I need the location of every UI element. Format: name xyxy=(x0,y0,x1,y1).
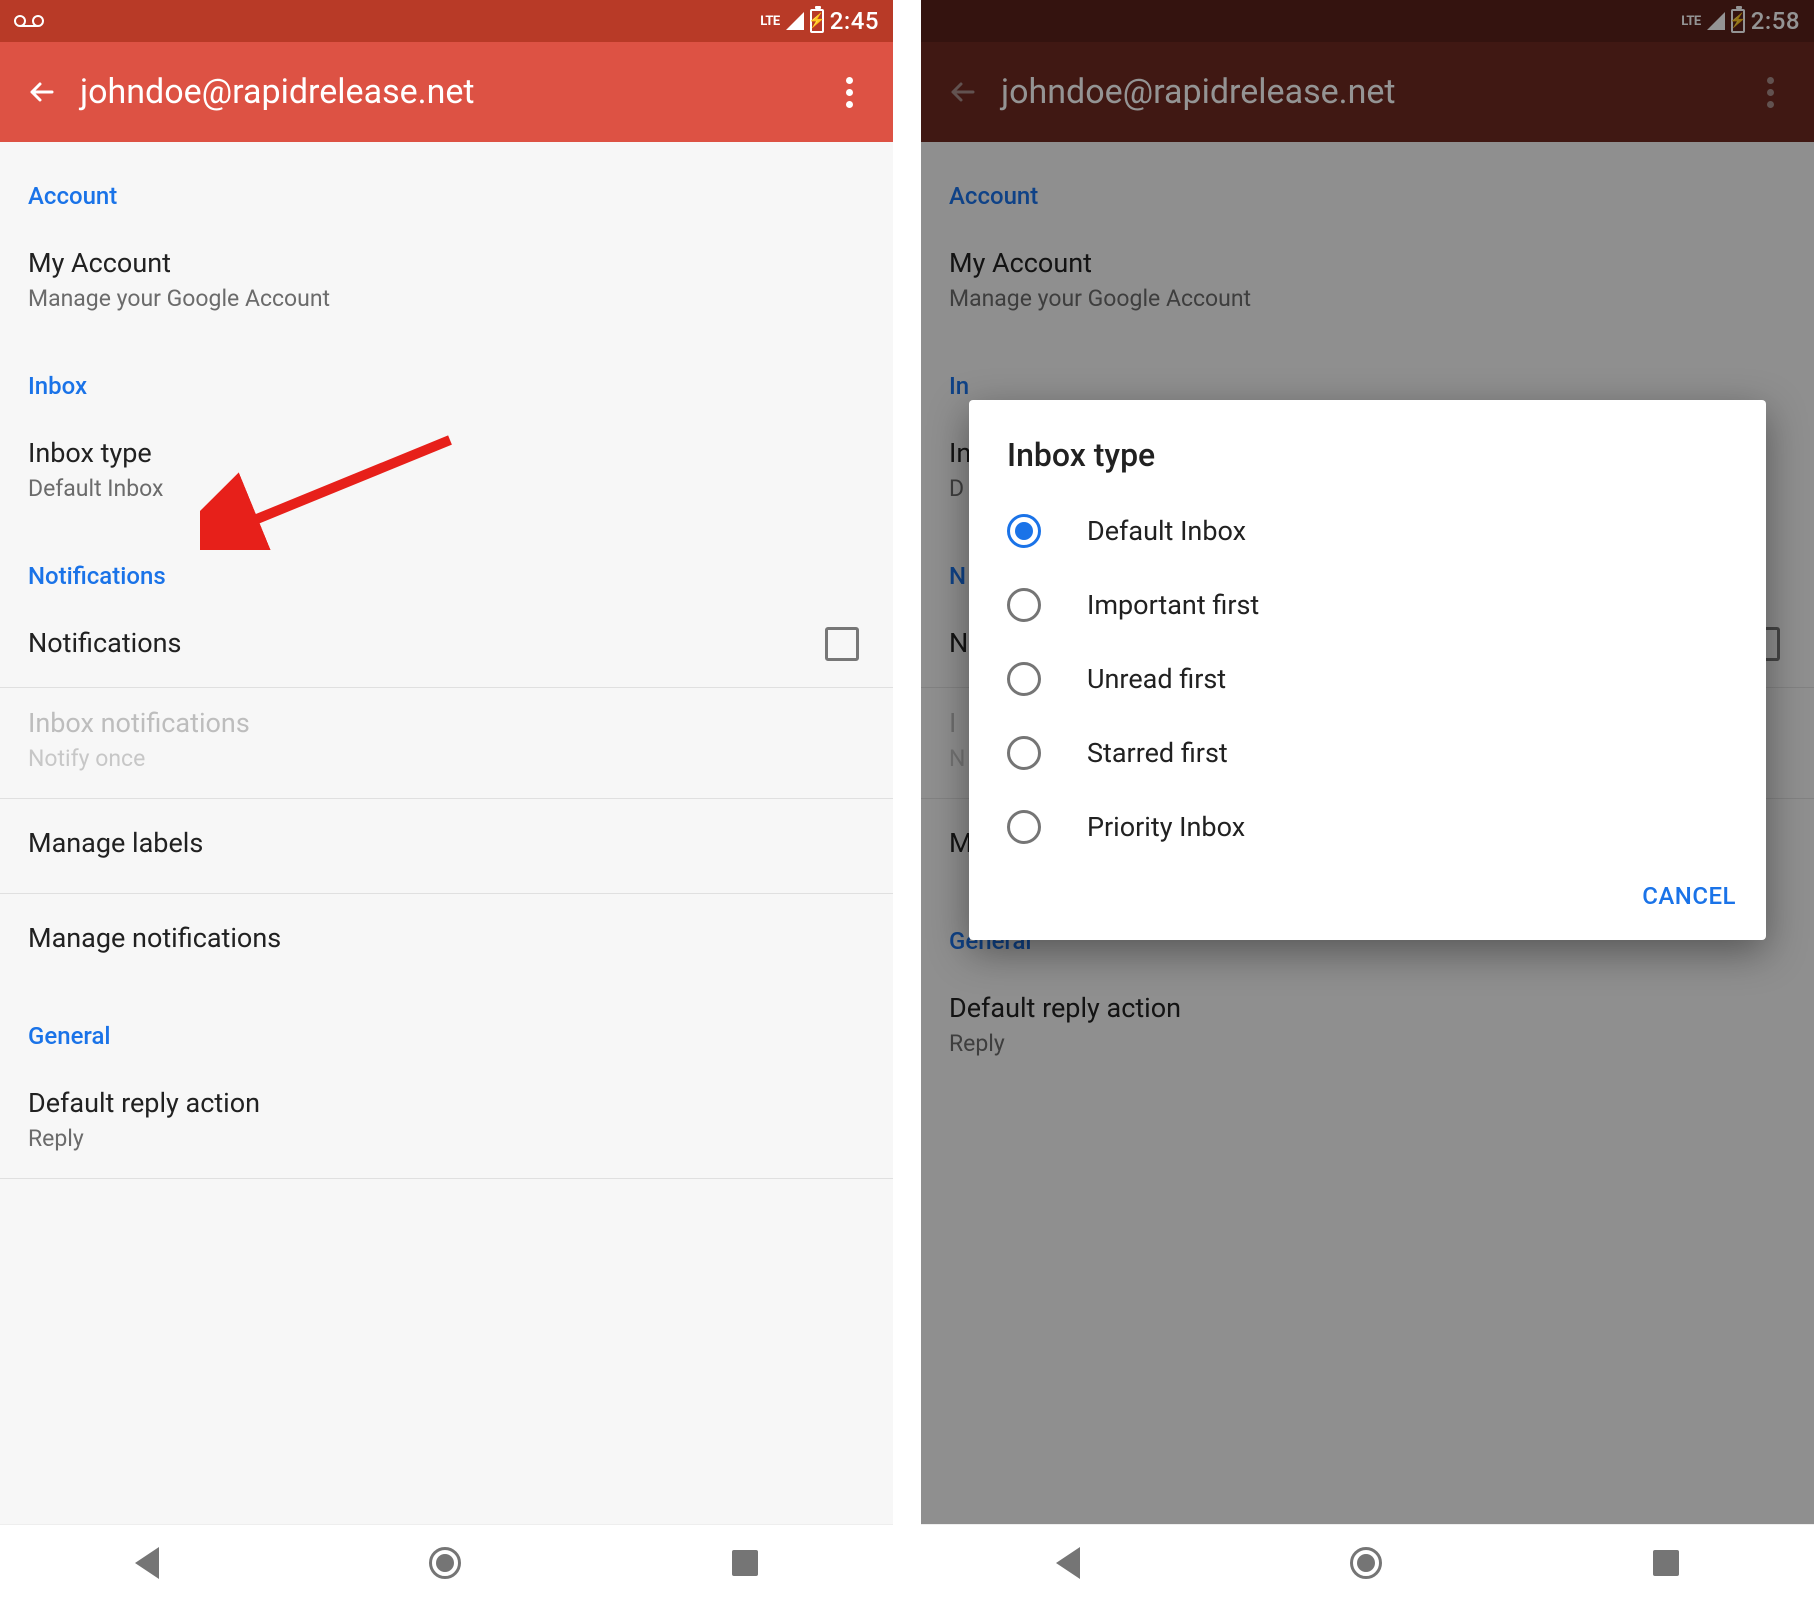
section-header-notifications: Notifications xyxy=(0,522,893,608)
phone-right: LTE ⚡ 2:58 johndoe@rapidrelease.net Acco… xyxy=(921,0,1814,1600)
row-inbox-notifications: Inbox notifications Notify once xyxy=(0,688,893,792)
status-time: 2:45 xyxy=(830,7,879,35)
row-inbox-type[interactable]: Inbox type Default Inbox xyxy=(0,418,893,522)
system-nav-bar xyxy=(921,1524,1814,1600)
phone-left: LTE ⚡ 2:45 johndoe@rapidrelease.net Acco… xyxy=(0,0,893,1600)
row-notifications[interactable]: Notifications xyxy=(0,608,893,681)
row-title: Inbox type xyxy=(28,436,865,471)
nav-back-icon[interactable] xyxy=(1056,1547,1080,1579)
appbar-title: johndoe@rapidrelease.net xyxy=(70,72,825,112)
row-subtitle: Notify once xyxy=(28,745,865,772)
divider xyxy=(0,1178,893,1179)
option-unread-first[interactable]: Unread first xyxy=(969,642,1766,716)
lte-icon: LTE xyxy=(760,14,779,29)
section-header-account: Account xyxy=(0,142,893,228)
dialog-inbox-type: Inbox type Default Inbox Important first… xyxy=(969,400,1766,940)
row-subtitle: Manage your Google Account xyxy=(28,285,865,312)
row-subtitle: Reply xyxy=(28,1125,865,1152)
dialog-title: Inbox type xyxy=(969,400,1766,494)
cancel-button[interactable]: CANCEL xyxy=(1642,882,1736,910)
row-subtitle: Default Inbox xyxy=(28,475,865,502)
row-title: Default reply action xyxy=(28,1086,865,1121)
radio-icon[interactable] xyxy=(1007,588,1041,622)
nav-recents-icon[interactable] xyxy=(732,1550,758,1576)
row-title: Inbox notifications xyxy=(28,706,865,741)
row-title: Notifications xyxy=(28,626,825,661)
option-label: Important first xyxy=(1087,589,1259,621)
checkbox-icon[interactable] xyxy=(825,627,859,661)
option-starred-first[interactable]: Starred first xyxy=(969,716,1766,790)
back-button[interactable] xyxy=(14,64,70,120)
row-manage-labels[interactable]: Manage labels xyxy=(0,799,893,887)
row-default-reply-action[interactable]: Default reply action Reply xyxy=(0,1068,893,1172)
row-manage-notifications[interactable]: Manage notifications xyxy=(0,894,893,982)
app-bar: johndoe@rapidrelease.net xyxy=(0,42,893,142)
nav-home-icon[interactable] xyxy=(1350,1547,1382,1579)
radio-icon[interactable] xyxy=(1007,810,1041,844)
section-header-general: General xyxy=(0,982,893,1068)
system-nav-bar xyxy=(0,1524,893,1600)
row-title: Manage notifications xyxy=(28,922,865,954)
option-priority-inbox[interactable]: Priority Inbox xyxy=(969,790,1766,864)
row-title: My Account xyxy=(28,246,865,281)
status-bar: LTE ⚡ 2:45 xyxy=(0,0,893,42)
nav-home-icon[interactable] xyxy=(429,1547,461,1579)
option-label: Unread first xyxy=(1087,663,1226,695)
option-important-first[interactable]: Important first xyxy=(969,568,1766,642)
nav-recents-icon[interactable] xyxy=(1653,1550,1679,1576)
radio-icon[interactable] xyxy=(1007,662,1041,696)
overflow-menu-button[interactable] xyxy=(825,68,873,116)
option-default-inbox[interactable]: Default Inbox xyxy=(969,494,1766,568)
row-my-account[interactable]: My Account Manage your Google Account xyxy=(0,228,893,332)
radio-icon[interactable] xyxy=(1007,514,1041,548)
option-label: Priority Inbox xyxy=(1087,811,1245,843)
settings-list[interactable]: Account My Account Manage your Google Ac… xyxy=(0,142,893,1179)
battery-icon: ⚡ xyxy=(810,9,824,33)
option-label: Default Inbox xyxy=(1087,515,1246,547)
radio-icon[interactable] xyxy=(1007,736,1041,770)
nav-back-icon[interactable] xyxy=(135,1547,159,1579)
section-header-inbox: Inbox xyxy=(0,332,893,418)
signal-icon xyxy=(786,12,804,30)
more-vert-icon xyxy=(846,77,853,108)
option-label: Starred first xyxy=(1087,737,1228,769)
row-title: Manage labels xyxy=(28,827,865,859)
voicemail-icon xyxy=(14,13,44,29)
